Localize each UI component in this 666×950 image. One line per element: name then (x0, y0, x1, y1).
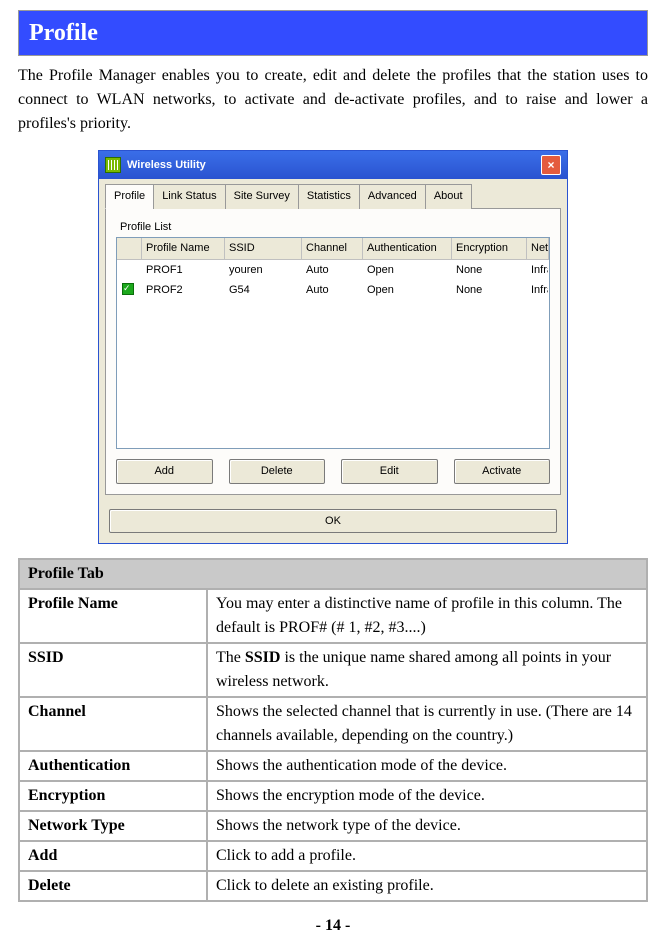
def-key: Profile Name (19, 589, 207, 643)
screenshot-window: Wireless Utility × Profile Link Status S… (98, 150, 568, 544)
cell-enc: None (452, 260, 527, 281)
cell-auth: Open (363, 260, 452, 281)
def-key: Channel (19, 697, 207, 751)
tab-profile[interactable]: Profile (105, 184, 154, 209)
definition-table: Profile Tab Profile Name You may enter a… (18, 558, 648, 902)
activate-button[interactable]: Activate (454, 459, 551, 484)
def-val: Shows the authentication mode of the dev… (207, 751, 647, 781)
section-title: Profile (18, 10, 648, 56)
app-icon (105, 157, 121, 173)
cell-channel: Auto (302, 280, 363, 301)
groupbox-label: Profile List (120, 219, 550, 236)
cell-auth: Open (363, 280, 452, 301)
cell-channel: Auto (302, 260, 363, 281)
def-val: Shows the selected channel that is curre… (207, 697, 647, 751)
edit-button[interactable]: Edit (341, 459, 438, 484)
tab-advanced[interactable]: Advanced (359, 184, 426, 209)
delete-button[interactable]: Delete (229, 459, 326, 484)
add-button[interactable]: Add (116, 459, 213, 484)
window-titlebar: Wireless Utility × (99, 151, 567, 179)
tab-about[interactable]: About (425, 184, 472, 209)
def-val: Shows the encryption mode of the device. (207, 781, 647, 811)
def-key: Delete (19, 871, 207, 901)
col-ssid[interactable]: SSID (225, 238, 302, 260)
ok-button[interactable]: OK (109, 509, 557, 534)
tab-site-survey[interactable]: Site Survey (225, 184, 299, 209)
listview-header: Profile Name SSID Channel Authentication… (117, 238, 549, 260)
col-encryption[interactable]: Encryption (452, 238, 527, 260)
cell-ssid: G54 (225, 280, 302, 301)
cell-nettype: Infrastructure (527, 260, 549, 281)
def-key: Network Type (19, 811, 207, 841)
cell-enc: None (452, 280, 527, 301)
def-key: SSID (19, 643, 207, 697)
tab-strip: Profile Link Status Site Survey Statisti… (105, 183, 561, 209)
tab-link-status[interactable]: Link Status (153, 184, 225, 209)
table-row[interactable]: PROF2 G54 Auto Open None Infrastructure (117, 280, 549, 301)
col-authentication[interactable]: Authentication (363, 238, 452, 260)
def-val: Click to add a profile. (207, 841, 647, 871)
def-key: Authentication (19, 751, 207, 781)
cell-nettype: Infrastructure (527, 280, 549, 301)
cell-profile-name: PROF1 (142, 260, 225, 281)
def-val: You may enter a distinctive name of prof… (207, 589, 647, 643)
col-network-type[interactable]: Network Ty... (527, 238, 549, 260)
window-title: Wireless Utility (127, 157, 206, 174)
col-channel[interactable]: Channel (302, 238, 363, 260)
close-icon: × (547, 159, 554, 171)
tab-statistics[interactable]: Statistics (298, 184, 360, 209)
close-button[interactable]: × (541, 155, 561, 175)
def-key: Add (19, 841, 207, 871)
def-val: Click to delete an existing profile. (207, 871, 647, 901)
profile-listview[interactable]: Profile Name SSID Channel Authentication… (116, 237, 550, 449)
def-key: Encryption (19, 781, 207, 811)
def-val: The SSID is the unique name shared among… (207, 643, 647, 697)
def-val: Shows the network type of the device. (207, 811, 647, 841)
cell-ssid: youren (225, 260, 302, 281)
intro-paragraph: The Profile Manager enables you to creat… (18, 64, 648, 136)
table-header: Profile Tab (19, 559, 647, 589)
page-number: - 14 - (18, 914, 648, 938)
table-row[interactable]: PROF1 youren Auto Open None Infrastructu… (117, 260, 549, 281)
col-profile-name[interactable]: Profile Name (142, 238, 225, 260)
cell-profile-name: PROF2 (142, 280, 225, 301)
check-icon (122, 283, 134, 295)
